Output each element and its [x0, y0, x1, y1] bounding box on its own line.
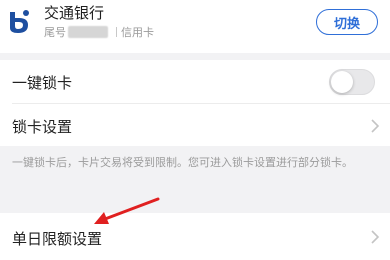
switch-card-button[interactable]: 切换: [316, 9, 378, 35]
bank-logo-icon: [10, 10, 29, 33]
one-key-lock-label: 一键锁卡: [12, 74, 73, 92]
lock-settings-group: 一键锁卡 锁卡设置: [0, 60, 390, 146]
one-key-lock-toggle[interactable]: [329, 69, 375, 95]
card-header: 交通银行 尾号 信用卡 切换: [0, 0, 390, 53]
chevron-right-icon: [371, 230, 380, 244]
lock-settings-row[interactable]: 锁卡设置: [0, 104, 390, 147]
bank-name: 交通银行: [44, 4, 105, 22]
limit-settings-group: 单日限额设置: [0, 213, 390, 260]
toggle-knob: [331, 71, 353, 93]
lock-settings-label: 锁卡设置: [12, 118, 73, 136]
daily-limit-row[interactable]: 单日限额设置: [0, 213, 390, 260]
daily-limit-label: 单日限额设置: [12, 230, 103, 248]
card-info: 尾号 信用卡: [44, 24, 154, 40]
one-key-lock-row: 一键锁卡: [0, 60, 390, 104]
card-type: 信用卡: [121, 26, 154, 39]
tail-number-label: 尾号: [44, 26, 66, 39]
lock-hint-text: 一键锁卡后，卡片交易将受到限制。您可进入锁卡设置进行部分锁卡。: [12, 156, 353, 169]
chevron-right-icon: [371, 119, 380, 133]
info-separator: [116, 27, 117, 37]
masked-card-number: [68, 26, 108, 38]
